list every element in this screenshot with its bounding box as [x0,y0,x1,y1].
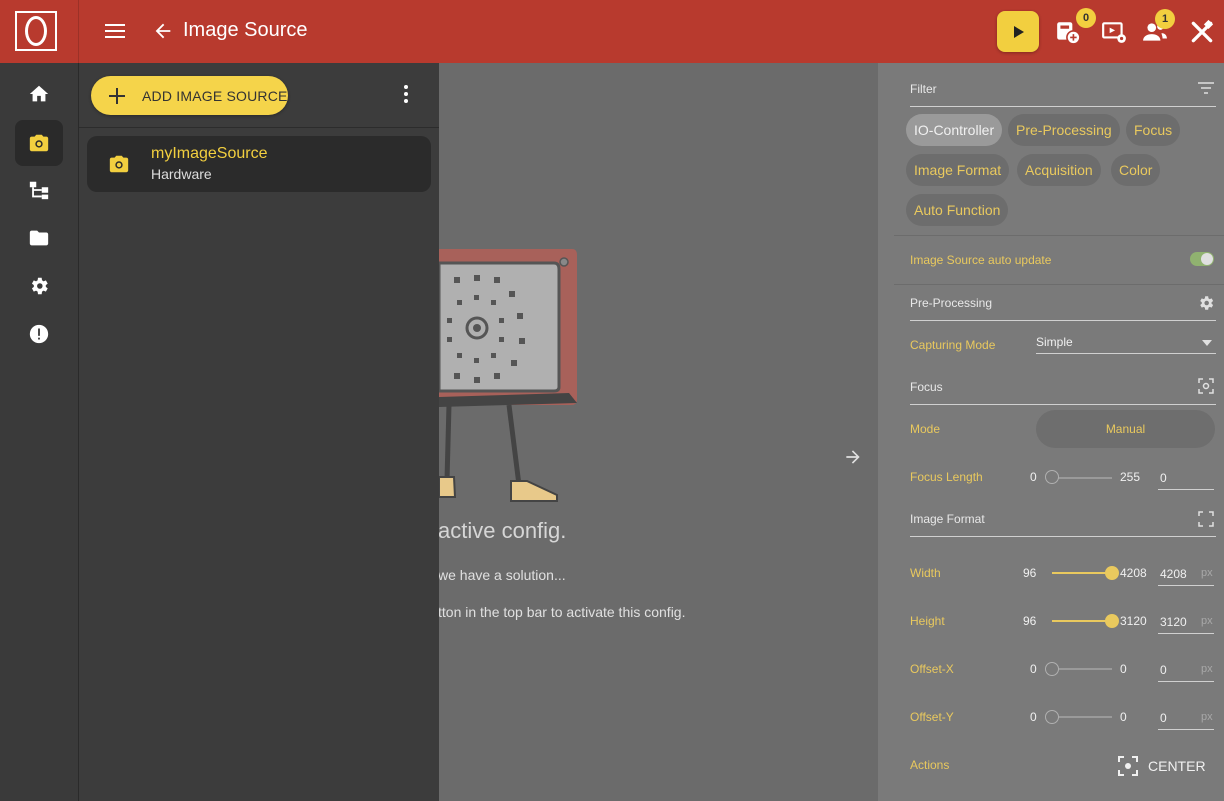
offset-y-unit: px [1201,711,1213,723]
menu-icon[interactable] [105,24,125,38]
video-settings-icon[interactable] [1101,19,1127,45]
play-icon [1014,25,1024,38]
offset-x-slider[interactable] [1052,668,1112,670]
empty-state-title: active config. [438,518,567,543]
capturing-mode-select[interactable]: Simple [1036,335,1073,349]
top-bar: Image Source 0 1 [0,0,1224,63]
page-title: Image Source [183,19,308,41]
chip-color[interactable]: Color [1111,154,1161,186]
list-item-image-source[interactable]: myImageSource Hardware [87,136,431,192]
focus-mode-label: Mode [910,422,941,436]
empty-state-line1: we have a solution... [438,567,566,583]
filter-label: Filter [910,82,937,96]
focus-length-thumb[interactable] [1045,470,1059,484]
width-unit: px [1201,567,1213,579]
offset-y-thumb[interactable] [1045,710,1059,724]
nav-rail [0,63,78,801]
home-icon [29,85,49,102]
source-type: Hardware [151,166,212,182]
nav-alerts[interactable] [15,311,63,357]
nav-hierarchy[interactable] [15,167,63,213]
source-name: myImageSource [151,145,268,162]
focus-length-max: 255 [1120,470,1141,484]
connection-badge: 0 [1076,8,1096,28]
image-source-drawer: ADD IMAGE SOURCE myImageSource Hardware [79,63,439,801]
chevron-down-icon[interactable] [1202,340,1212,346]
height-input[interactable]: 3120 [1160,615,1187,629]
offset-x-max: 0 [1120,662,1127,676]
capturing-mode-label: Capturing Mode [910,338,996,352]
nav-settings[interactable] [15,263,63,309]
chip-io-controller[interactable]: IO-Controller [906,114,1003,146]
center-focus-icon [1118,756,1138,776]
chip-focus[interactable]: Focus [1126,114,1181,146]
center-button[interactable]: CENTER [1118,755,1208,777]
chip-image-format[interactable]: Image Format [906,154,1010,186]
camera-icon [29,134,49,152]
gear-icon [31,277,48,295]
hierarchy-icon [29,181,49,200]
offset-x-input[interactable]: 0 [1160,663,1167,677]
tools-icon[interactable] [1189,19,1215,45]
height-thumb[interactable] [1105,614,1119,628]
offset-y-min: 0 [1030,710,1037,724]
folder-icon [29,230,49,246]
auto-update-toggle[interactable] [1190,252,1214,266]
gear-icon[interactable] [1197,294,1215,312]
focus-length-min: 0 [1030,470,1037,484]
actions-label: Actions [910,758,950,772]
height-label: Height [910,614,945,628]
offset-x-thumb[interactable] [1045,662,1059,676]
image-format-title: Image Format [910,512,985,526]
width-min: 96 [1023,566,1037,580]
run-button[interactable] [997,11,1039,52]
add-image-source-button[interactable]: ADD IMAGE SOURCE [91,76,288,115]
width-input[interactable]: 4208 [1160,567,1187,581]
width-max: 4208 [1120,566,1147,580]
nav-home[interactable] [15,71,63,117]
nav-image-source[interactable] [15,120,63,166]
height-min: 96 [1023,614,1037,628]
offset-y-max: 0 [1120,710,1127,724]
chip-acquisition[interactable]: Acquisition [1017,154,1101,186]
offset-x-unit: px [1201,663,1213,675]
users-badge: 1 [1155,9,1175,29]
more-vert-icon[interactable] [402,85,410,105]
camera-icon [109,155,129,173]
offset-y-label: Offset-Y [910,710,954,724]
add-image-source-label: ADD IMAGE SOURCE [142,87,288,104]
focus-mode-manual-button[interactable]: Manual [1036,410,1215,448]
width-slider[interactable] [1052,572,1112,574]
height-unit: px [1201,615,1213,627]
height-max: 3120 [1120,614,1147,628]
alert-icon [29,324,49,344]
height-slider[interactable] [1052,620,1112,622]
offset-y-slider[interactable] [1052,716,1112,718]
focus-icon[interactable] [1198,378,1214,394]
auto-update-label: Image Source auto update [910,253,1052,267]
app-root: Image Source 0 1 active config. we have … [0,0,1224,801]
plus-icon [109,87,125,104]
chip-pre-processing[interactable]: Pre-Processing [1008,114,1120,146]
arrow-right-icon[interactable] [843,447,863,467]
width-label: Width [910,566,941,580]
chip-auto-function[interactable]: Auto Function [906,194,1009,226]
app-logo [15,11,57,51]
focus-title: Focus [910,380,943,394]
center-label: CENTER [1148,758,1206,774]
back-arrow-icon[interactable] [152,20,174,42]
focus-length-input[interactable]: 0 [1160,471,1167,485]
focus-length-label: Focus Length [910,470,983,484]
offset-x-min: 0 [1030,662,1037,676]
empty-state-line2: tton in the top bar to activate this con… [438,604,686,620]
focus-length-slider[interactable] [1052,477,1112,479]
offset-x-label: Offset-X [910,662,954,676]
offset-y-input[interactable]: 0 [1160,711,1167,725]
pre-processing-title: Pre-Processing [910,296,993,310]
fullscreen-icon[interactable] [1198,511,1214,527]
nav-files[interactable] [15,215,63,261]
width-thumb[interactable] [1105,566,1119,580]
filter-icon[interactable] [1198,82,1214,94]
